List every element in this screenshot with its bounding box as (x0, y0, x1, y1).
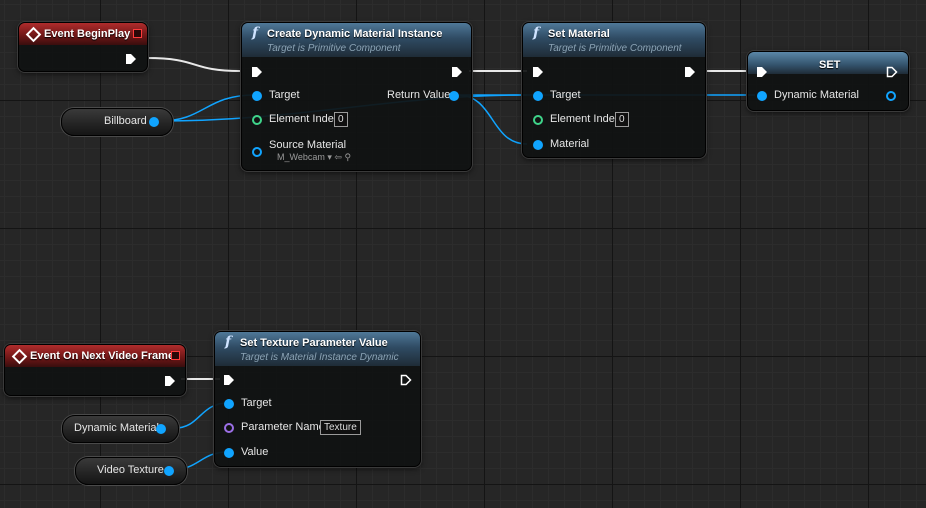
function-icon: f (533, 25, 540, 41)
target-pin[interactable] (252, 91, 262, 101)
element-index-pin[interactable] (533, 115, 543, 125)
exec-out-pin[interactable] (886, 66, 898, 78)
browse-icon[interactable]: ⚲ (344, 152, 351, 162)
parameter-name-label: Parameter Name (241, 421, 325, 433)
dynamic-material-variable-node[interactable]: Dynamic Material (62, 415, 179, 443)
value-label: Value (241, 446, 269, 458)
source-material-label: Source Material (269, 139, 347, 151)
source-material-value: M_Webcam (277, 152, 325, 162)
billboard-variable-node[interactable]: Billboard (61, 108, 173, 136)
variable-label: Dynamic Material (74, 422, 159, 434)
source-material-dropdown[interactable]: M_Webcam ▾ ⇦ ⚲ (277, 152, 351, 163)
video-texture-out-pin[interactable] (164, 466, 174, 476)
billboard-out-pin[interactable] (149, 117, 159, 127)
dynamic-material-in-pin[interactable] (757, 91, 767, 101)
element-index-input[interactable]: 0 (334, 112, 348, 127)
dynamic-material-out-pin[interactable] (156, 424, 166, 434)
target-label: Target (269, 89, 300, 101)
exec-out-pin[interactable] (684, 66, 696, 78)
dynamic-material-out-pin[interactable] (886, 91, 896, 101)
exec-in-pin[interactable] (532, 66, 544, 78)
element-index-pin[interactable] (252, 115, 262, 125)
node-title: Event On Next Video Frame (30, 350, 175, 362)
set-material-node[interactable]: f Set Material Target is Primitive Compo… (522, 22, 706, 158)
function-icon: f (252, 25, 259, 41)
set-texture-parameter-value-node[interactable]: f Set Texture Parameter Value Target is … (214, 331, 421, 467)
target-pin[interactable] (224, 399, 234, 409)
video-texture-variable-node[interactable]: Video Texture (75, 457, 187, 485)
event-beginplay-node[interactable]: Event BeginPlay (18, 22, 148, 72)
create-dynamic-material-instance-node[interactable]: f Create Dynamic Material Instance Targe… (241, 22, 472, 171)
node-title: Event BeginPlay (44, 28, 131, 40)
exec-out-pin[interactable] (125, 53, 137, 65)
target-label: Target (550, 89, 581, 101)
variable-label: Billboard (104, 115, 147, 127)
parameter-name-input[interactable]: Texture (320, 420, 361, 435)
node-title: Set Material (548, 28, 610, 40)
set-variable-node[interactable]: SET Dynamic Material (747, 51, 909, 111)
element-index-label: Element Index (550, 113, 621, 125)
element-index-input[interactable]: 0 (615, 112, 629, 127)
element-index-label: Element Index (269, 113, 340, 125)
material-label: Material (550, 138, 590, 150)
parameter-name-pin[interactable] (224, 423, 234, 433)
node-subtitle: Target is Material Instance Dynamic (240, 352, 399, 363)
event-stop-icon (171, 351, 180, 360)
exec-in-pin[interactable] (756, 66, 768, 78)
material-pin[interactable] (533, 140, 543, 150)
value-pin[interactable] (224, 448, 234, 458)
event-on-next-video-frame-node[interactable]: Event On Next Video Frame (4, 344, 186, 396)
exec-out-pin[interactable] (400, 374, 412, 386)
function-icon: f (225, 334, 232, 350)
exec-in-pin[interactable] (251, 66, 263, 78)
node-title: Set Texture Parameter Value (240, 337, 388, 349)
target-pin[interactable] (533, 91, 543, 101)
return-value-label: Return Value (387, 89, 451, 101)
node-subtitle: Target is Primitive Component (267, 43, 401, 54)
return-value-pin[interactable] (449, 91, 459, 101)
node-subtitle: Target is Primitive Component (548, 43, 682, 54)
exec-in-pin[interactable] (223, 374, 235, 386)
dynamic-material-label: Dynamic Material (774, 89, 859, 101)
event-stop-icon (133, 29, 142, 38)
node-title: Create Dynamic Material Instance (267, 28, 443, 40)
source-material-pin[interactable] (252, 147, 262, 157)
exec-wire (146, 57, 241, 72)
variable-label: Video Texture (97, 464, 164, 476)
use-selected-icon[interactable]: ⇦ (334, 152, 342, 162)
exec-out-pin[interactable] (164, 375, 176, 387)
exec-out-pin[interactable] (451, 66, 463, 78)
target-label: Target (241, 397, 272, 409)
node-title: SET (819, 59, 841, 71)
